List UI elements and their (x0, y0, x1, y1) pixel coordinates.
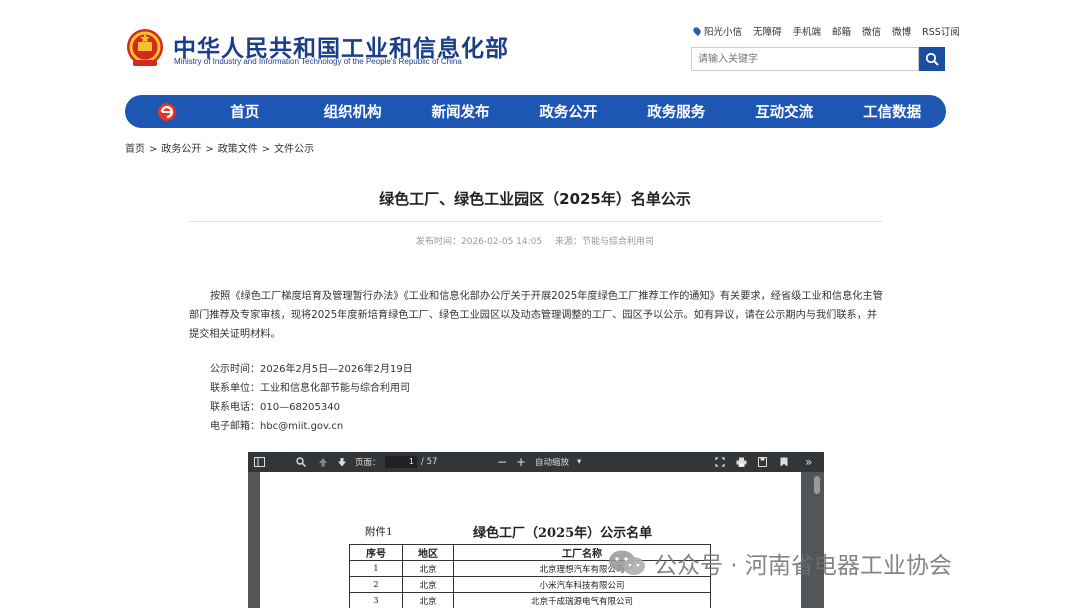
header-region: 地区 (402, 544, 454, 561)
next-page-icon[interactable] (337, 452, 347, 472)
zoom-select-label: 自动缩放 (535, 458, 570, 468)
header-index: 序号 (349, 544, 403, 561)
breadcrumb-home[interactable]: 首页 (125, 144, 145, 155)
zoom-select[interactable]: 自动缩放 ▾ (535, 452, 581, 472)
pdf-page: 附件1 绿色工厂（2025年）公示名单 序号 地区 工厂名称 1 北京 北京理想… (260, 472, 801, 608)
nav-item-home[interactable]: 首页 (191, 101, 299, 122)
top-link-sunshine[interactable]: 阳光小信 (692, 24, 743, 38)
watermark-text: 公众号 · 河南省电器工业协会 (654, 553, 952, 579)
location-pin-icon (692, 26, 702, 36)
site-header: 中华人民共和国工业和信息化部 Ministry of Industry and … (0, 0, 1080, 95)
article-title: 绿色工厂、绿色工业园区（2025年）名单公示 (379, 190, 691, 208)
attachment-label: 附件1 (365, 526, 393, 538)
wechat-icon (609, 550, 645, 575)
top-link-mail[interactable]: 邮箱 (832, 24, 851, 38)
article-body: 按照《绿色工厂梯度培育及管理暂行办法》《工业和信息化部办公厅关于开展2025年度… (189, 287, 883, 344)
breadcrumb-policy-files[interactable]: 政策文件 (218, 144, 258, 155)
nav-item-interaction[interactable]: 互动交流 (730, 101, 838, 122)
article-source: 来源：节能与综合利用司 (554, 237, 654, 247)
row-region: 北京 (402, 560, 454, 577)
row-index: 2 (349, 576, 403, 593)
row-factory: 北京千成瑞源电气有限公司 (453, 592, 711, 608)
page-label: 页面： (355, 458, 381, 468)
download-icon[interactable] (758, 452, 767, 472)
contact-unit: 联系单位：工业和信息化部节能与综合利用司 (210, 383, 410, 394)
page-total: / 57 (421, 457, 438, 467)
breadcrumb: 首页 > 政务公开 > 政策文件 > 文件公示 (125, 144, 315, 155)
top-link-wechat[interactable]: 微信 (862, 24, 881, 38)
table-row: 3 北京 北京千成瑞源电气有限公司 (349, 592, 711, 608)
nav-item-news[interactable]: 新闻发布 (407, 101, 515, 122)
top-link-accessibility[interactable]: 无障碍 (753, 24, 782, 38)
breadcrumb-government-affairs[interactable]: 政务公开 (161, 144, 201, 155)
miit-logo-icon[interactable] (157, 102, 177, 122)
search-icon (925, 52, 939, 66)
article-paragraph: 按照《绿色工厂梯度培育及管理暂行办法》《工业和信息化部办公厅关于开展2025年度… (189, 291, 883, 340)
search-input[interactable] (691, 47, 919, 71)
breadcrumb-file-notice[interactable]: 文件公示 (274, 144, 314, 155)
search-button[interactable] (919, 47, 945, 71)
bookmark-icon[interactable] (780, 452, 788, 472)
pdf-toolbar: 页面： 1 / 57 − + 自动缩放 ▾ » (248, 452, 824, 472)
contact-email: 电子邮箱：hbc@miit.gov.cn (210, 421, 344, 432)
zoom-in-icon[interactable]: + (516, 452, 526, 472)
sidebar-toggle-icon[interactable] (254, 452, 265, 472)
find-icon[interactable] (296, 452, 306, 472)
national-emblem-icon (127, 29, 163, 66)
publish-time: 发布时间：2026-02-05 14:05 (416, 237, 543, 247)
chevron-down-icon: ▾ (577, 457, 582, 467)
page-number-input[interactable]: 1 (385, 456, 417, 468)
top-link-label: 阳光小信 (704, 27, 743, 38)
watermark: 公众号 · 河南省电器工业协会 (608, 546, 952, 580)
row-index: 1 (349, 560, 403, 577)
contact-info: 公示时间：2026年2月5日—2026年2月19日 联系单位：工业和信息化部节能… (210, 360, 413, 436)
print-icon[interactable] (736, 452, 747, 472)
top-links: 阳光小信 无障碍 手机端 邮箱 微信 微博 RSS订阅 (692, 24, 960, 38)
nav-item-services[interactable]: 政务服务 (622, 101, 730, 122)
article-meta: 发布时间：2026-02-05 14:05 来源：节能与综合利用司 (188, 234, 882, 247)
title-divider (188, 221, 882, 222)
top-link-rss[interactable]: RSS订阅 (922, 24, 960, 38)
top-link-weibo[interactable]: 微博 (892, 24, 911, 38)
pdf-scrollbar-thumb[interactable] (814, 476, 820, 494)
nav-item-government-affairs[interactable]: 政务公开 (514, 101, 622, 122)
nav-item-data[interactable]: 工信数据 (838, 101, 946, 122)
row-index: 3 (349, 592, 403, 608)
row-region: 北京 (402, 576, 454, 593)
zoom-out-icon[interactable]: − (497, 452, 507, 472)
notice-period: 公示时间：2026年2月5日—2026年2月19日 (210, 364, 413, 375)
pdf-document-title: 绿色工厂（2025年）公示名单 (473, 526, 653, 541)
more-tools-icon[interactable]: » (805, 452, 812, 472)
pdf-viewer[interactable]: 页面： 1 / 57 − + 自动缩放 ▾ » 附件1 绿色工厂（2025年）公示… (248, 452, 824, 608)
site-logo-english: Ministry of Industry and Information Tec… (174, 57, 462, 66)
nav-item-organization[interactable]: 组织机构 (299, 101, 407, 122)
main-nav: 首页 组织机构 新闻发布 政务公开 政务服务 互动交流 工信数据 (125, 95, 946, 128)
contact-phone: 联系电话：010—68205340 (210, 402, 340, 413)
previous-page-icon[interactable] (318, 452, 328, 472)
top-link-mobile[interactable]: 手机端 (793, 24, 822, 38)
presentation-mode-icon[interactable] (715, 452, 725, 472)
row-region: 北京 (402, 592, 454, 608)
